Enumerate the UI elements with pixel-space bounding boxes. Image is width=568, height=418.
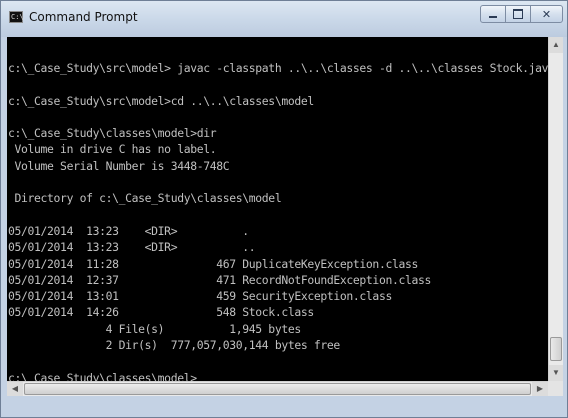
console-line: 05/01/2014 12:37 471 RecordNotFoundExcep…: [8, 272, 432, 287]
command-prompt-window: C:\ Command Prompt ✕ c:\_Case_Study\src\…: [0, 0, 568, 418]
scroll-down-arrow-icon[interactable]: ▼: [549, 365, 563, 381]
console-line: c:\_Case_Study\classes\model>: [8, 370, 197, 381]
close-button[interactable]: ✕: [530, 5, 563, 23]
minimize-icon: [489, 16, 497, 18]
console-line: Volume in drive C has no label.: [8, 142, 217, 157]
console-output[interactable]: c:\_Case_Study\src\model> javac -classpa…: [7, 37, 548, 381]
console-line: Directory of c:\_Case_Study\classes\mode…: [8, 191, 282, 206]
command-prompt-icon[interactable]: C:\: [9, 11, 24, 23]
console-line: 05/01/2014 13:01 459 SecurityException.c…: [8, 289, 392, 304]
console-line: 05/01/2014 14:26 548 Stock.class: [8, 305, 314, 320]
console-line: c:\_Case_Study\src\model>cd ..\..\classe…: [8, 93, 314, 108]
scroll-right-arrow-icon[interactable]: ▶: [532, 382, 548, 396]
vertical-scroll-thumb[interactable]: [550, 337, 562, 361]
console-line: 05/01/2014 11:28 467 DuplicateKeyExcepti…: [8, 256, 418, 271]
scroll-left-arrow-icon[interactable]: ◀: [7, 382, 23, 396]
maximize-icon: [513, 9, 523, 19]
title-bar[interactable]: C:\ Command Prompt ✕: [1, 1, 567, 37]
console-line: 05/01/2014 13:23 <DIR> ..: [8, 240, 256, 255]
horizontal-scrollbar[interactable]: ◀ ▶: [7, 381, 548, 396]
console-lines: c:\_Case_Study\src\model> javac -classpa…: [8, 60, 548, 381]
minimize-button[interactable]: [480, 5, 506, 23]
console-line: 2 Dir(s) 777,057,030,144 bytes free: [8, 338, 341, 353]
horizontal-scroll-thumb[interactable]: [24, 383, 531, 395]
window-title: Command Prompt: [29, 10, 138, 24]
console-line: 05/01/2014 13:23 <DIR> .: [8, 223, 249, 238]
close-icon: ✕: [541, 7, 552, 21]
console-line: 4 File(s) 1,945 bytes: [8, 321, 302, 336]
maximize-button[interactable]: [505, 5, 531, 23]
vertical-scrollbar[interactable]: ▲ ▼: [548, 37, 563, 381]
console-line: c:\_Case_Study\classes\model>dir: [8, 126, 217, 141]
window-bottom-border: [1, 396, 567, 417]
console-line: c:\_Case_Study\src\model> javac -classpa…: [8, 61, 548, 75]
scroll-up-arrow-icon[interactable]: ▲: [549, 37, 563, 53]
console-line: Volume Serial Number is 3448-748C: [8, 158, 230, 173]
scrollbar-corner: [548, 381, 563, 396]
